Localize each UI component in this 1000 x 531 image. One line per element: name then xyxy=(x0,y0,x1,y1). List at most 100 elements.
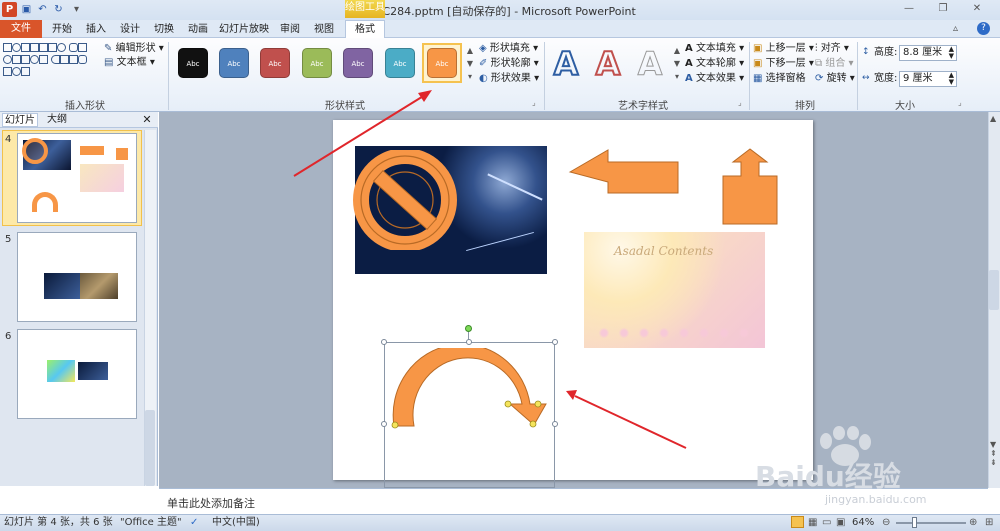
tab-view[interactable]: 视图 xyxy=(310,22,338,38)
slideshow-view-icon[interactable]: ▣ xyxy=(836,516,845,529)
no-symbol-shape[interactable] xyxy=(348,150,462,250)
normal-view-icon[interactable] xyxy=(791,516,804,528)
shape-style-purple[interactable]: Abc xyxy=(343,48,373,78)
dialog-launcher-icon[interactable]: ⌟ xyxy=(532,98,536,107)
shape-style-red[interactable]: Abc xyxy=(260,48,290,78)
reading-view-icon[interactable]: ▭ xyxy=(822,516,831,529)
shape-effects-button[interactable]: ◐ 形状效果 ▾ xyxy=(479,72,539,86)
panel-scroll-thumb[interactable] xyxy=(145,410,155,486)
resize-handle-n[interactable] xyxy=(466,339,472,345)
zoom-slider-thumb[interactable] xyxy=(912,517,917,528)
group-divider xyxy=(544,42,545,110)
send-backward-button[interactable]: ▣ 下移一层 ▾ xyxy=(753,57,814,71)
shape-style-blue[interactable]: Abc xyxy=(219,48,249,78)
text-fill-icon: A xyxy=(685,43,693,54)
collapse-ribbon-icon[interactable]: ▵ xyxy=(953,23,958,34)
spell-check-icon[interactable]: ✓ xyxy=(190,516,198,529)
shape-style-green[interactable]: Abc xyxy=(302,48,332,78)
close-icon[interactable]: ✕ xyxy=(968,3,986,17)
rotation-handle[interactable] xyxy=(465,325,472,332)
height-label: 高度: xyxy=(874,47,898,58)
theme-name[interactable]: "Office 主题" xyxy=(120,516,182,529)
language-indicator[interactable]: 中文(中国) xyxy=(212,516,260,529)
align-button[interactable]: ⫶ 对齐 ▾ xyxy=(815,42,849,56)
shape-style-black[interactable]: Abc xyxy=(178,48,208,78)
curved-arrow-shape[interactable] xyxy=(388,348,554,430)
tab-home[interactable]: 开始 xyxy=(48,22,76,38)
dialog-launcher-icon[interactable]: ⌟ xyxy=(958,98,962,107)
wordart-scroll[interactable]: ▲ ▼ ▾ xyxy=(672,44,682,84)
tab-file[interactable]: 文件 xyxy=(0,20,42,38)
thumb-image xyxy=(78,362,108,380)
slide-number: 6 xyxy=(5,331,12,342)
tab-slides[interactable]: 幻灯片 xyxy=(2,113,38,127)
slide-number: 4 xyxy=(5,134,12,145)
edit-shape-icon: ✎ xyxy=(104,43,113,54)
text-box-button[interactable]: ▤ 文本框 ▾ xyxy=(104,56,155,70)
tab-format[interactable]: 格式 xyxy=(345,20,385,38)
zoom-slider[interactable] xyxy=(896,522,966,524)
edit-shape-button[interactable]: ✎ 编辑形状 ▾ xyxy=(104,42,164,56)
shape-style-aqua[interactable]: Abc xyxy=(385,48,415,78)
group-button[interactable]: ⧉ 组合 ▾ xyxy=(815,57,854,71)
slide-thumbnail-4[interactable] xyxy=(17,133,137,223)
rotate-button[interactable]: ⟳ 旋转 ▾ xyxy=(815,72,855,86)
shape-fill-button[interactable]: ◈ 形状填充 ▾ xyxy=(479,42,538,56)
slide-thumbnail-5[interactable] xyxy=(17,232,137,322)
shape-outline-button[interactable]: ✐ 形状轮廓 ▾ xyxy=(479,57,539,71)
resize-handle-ne[interactable] xyxy=(552,339,558,345)
fit-to-window-icon[interactable]: ⊞ xyxy=(985,516,993,529)
size-group-label: 大小 xyxy=(895,101,915,112)
shape-style-orange[interactable]: Abc xyxy=(427,48,457,78)
tab-design[interactable]: 设计 xyxy=(116,22,144,38)
wordart-style-red[interactable]: A xyxy=(590,45,626,83)
left-arrow-shape[interactable] xyxy=(568,148,682,196)
wordart-style-blue[interactable]: A xyxy=(548,45,584,83)
height-field[interactable]: 8.8 厘米 ▲ ▼ xyxy=(899,45,957,61)
tab-insert[interactable]: 插入 xyxy=(82,22,110,38)
tab-review[interactable]: 审阅 xyxy=(276,22,304,38)
help-icon[interactable]: ? xyxy=(977,22,990,35)
wordart-style-white[interactable]: A xyxy=(632,46,668,83)
thumb-curved-arrow xyxy=(32,192,58,212)
dialog-launcher-icon[interactable]: ⌟ xyxy=(738,98,742,107)
height-spinner-icon[interactable]: ▲ ▼ xyxy=(949,46,954,60)
restore-icon[interactable]: ❐ xyxy=(934,3,952,17)
shape-styles-scroll[interactable]: ▲ ▼ ▾ xyxy=(465,44,475,84)
tab-slideshow[interactable]: 幻灯片放映 xyxy=(216,22,272,38)
tab-transitions[interactable]: 切换 xyxy=(150,22,178,38)
slide-sorter-icon[interactable]: ▦ xyxy=(808,516,817,529)
bring-forward-button[interactable]: ▣ 上移一层 ▾ xyxy=(753,42,814,56)
up-arrow-callout-shape[interactable] xyxy=(721,148,779,226)
align-icon: ⫶ xyxy=(815,43,818,54)
text-outline-icon: A xyxy=(685,58,693,69)
paint-bucket-icon: ◈ xyxy=(479,43,487,54)
zoom-in-icon[interactable]: ⊕ xyxy=(969,516,977,529)
resize-handle-w[interactable] xyxy=(381,421,387,427)
text-fill-button[interactable]: A 文本填充 ▾ xyxy=(685,42,744,56)
floral-image[interactable]: Asadal Contents xyxy=(584,232,765,348)
width-label: 宽度: xyxy=(874,73,898,84)
shape-styles-group-label: 形状样式 xyxy=(325,101,365,112)
tab-outline[interactable]: 大纲 xyxy=(42,113,72,127)
minimize-icon[interactable]: — xyxy=(900,3,918,17)
resize-handle-nw[interactable] xyxy=(381,339,387,345)
send-backward-icon: ▣ xyxy=(753,58,763,69)
width-field[interactable]: 9 厘米 ▲ ▼ xyxy=(899,71,957,87)
thumb-image xyxy=(44,273,80,299)
group-divider xyxy=(857,42,858,110)
canvas-scroll-thumb[interactable] xyxy=(989,270,999,310)
zoom-level[interactable]: 64% xyxy=(852,516,874,529)
text-outline-button[interactable]: A 文本轮廓 ▾ xyxy=(685,57,744,71)
slide-thumbnail-6[interactable] xyxy=(17,329,137,419)
text-effects-button[interactable]: A 文本效果 ▾ xyxy=(685,72,744,86)
drawing-tools-context-tab: 绘图工具 xyxy=(345,0,385,18)
scroll-up-icon[interactable]: ▲ xyxy=(990,114,996,123)
close-panel-icon[interactable]: ✕ xyxy=(140,113,154,127)
width-spinner-icon[interactable]: ▲ ▼ xyxy=(949,72,954,86)
floral-image-text: Asadal Contents xyxy=(614,244,714,258)
selection-pane-button[interactable]: ▦ 选择窗格 xyxy=(753,72,806,86)
shapes-gallery[interactable] xyxy=(3,43,91,87)
tab-animations[interactable]: 动画 xyxy=(184,22,212,38)
zoom-out-icon[interactable]: ⊖ xyxy=(882,516,890,529)
